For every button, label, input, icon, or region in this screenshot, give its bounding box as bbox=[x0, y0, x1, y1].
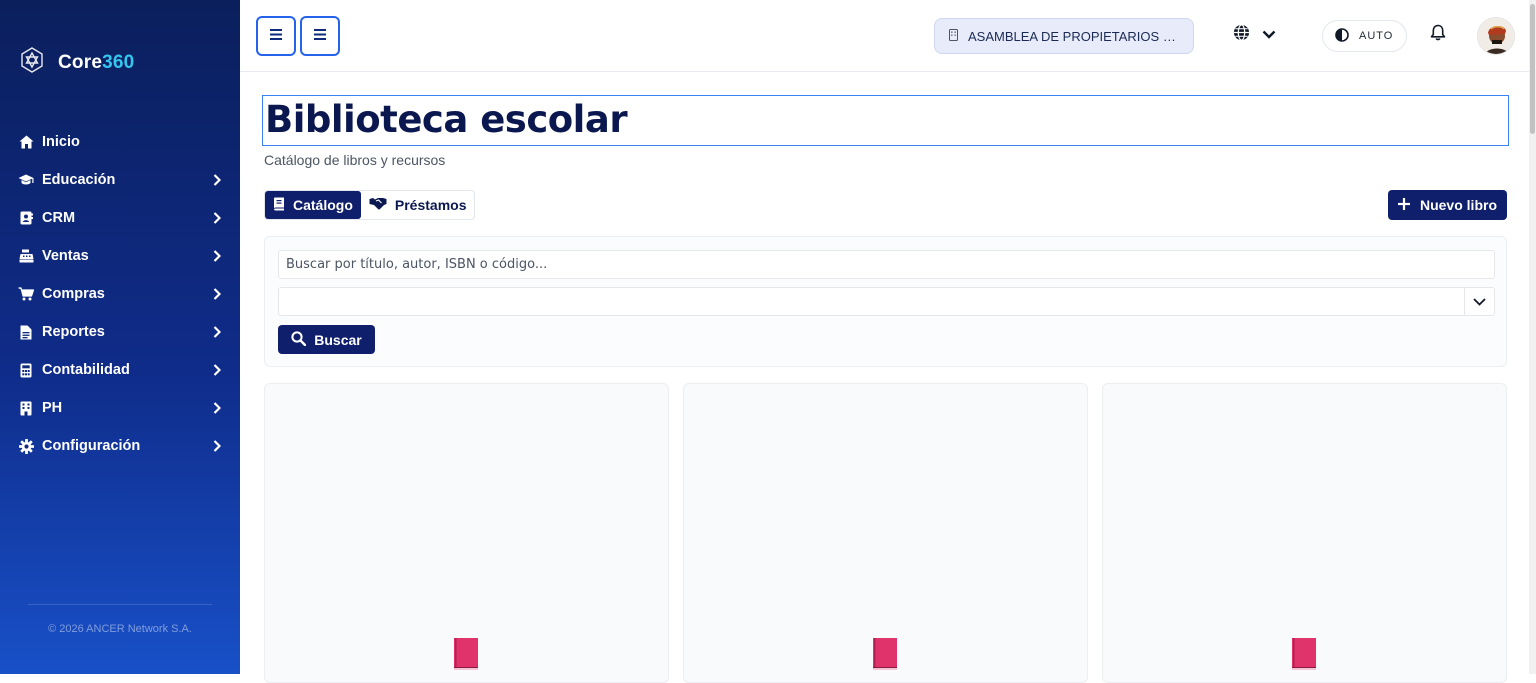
cash-register-icon bbox=[18, 248, 34, 264]
book-icon bbox=[873, 638, 897, 670]
view-tabs: Catálogo Préstamos bbox=[264, 190, 476, 220]
book-icon bbox=[273, 197, 285, 214]
sidebar-item-label: Educación bbox=[42, 172, 116, 188]
sidebar-divider bbox=[28, 604, 212, 605]
search-icon bbox=[291, 330, 307, 349]
chevron-right-icon bbox=[212, 173, 222, 187]
sidebar-item-ph[interactable]: PH bbox=[0, 389, 240, 427]
sidebar-item-educacion[interactable]: Educación bbox=[0, 161, 240, 199]
notifications-button[interactable] bbox=[1430, 24, 1446, 46]
book-card[interactable] bbox=[264, 383, 669, 683]
sidebar-item-label: PH bbox=[42, 400, 63, 416]
gear-icon bbox=[18, 438, 34, 454]
book-card[interactable] bbox=[1102, 383, 1507, 683]
theme-mode-label: AUTO bbox=[1359, 30, 1394, 42]
search-input[interactable] bbox=[278, 250, 1495, 279]
organization-selector[interactable]: ASAMBLEA DE PROPIETARIOS DE ... bbox=[934, 18, 1194, 54]
sidebar-item-label: Compras bbox=[42, 286, 105, 302]
chevron-right-icon bbox=[212, 363, 222, 377]
book-icon bbox=[1292, 638, 1316, 670]
theme-toggle[interactable]: AUTO bbox=[1322, 20, 1407, 52]
page-scrollbar[interactable] bbox=[1529, 0, 1536, 674]
organization-name: ASAMBLEA DE PROPIETARIOS DE ... bbox=[968, 28, 1179, 44]
book-card[interactable] bbox=[683, 383, 1088, 683]
building-icon bbox=[949, 28, 958, 44]
tab-prestamos[interactable]: Préstamos bbox=[361, 191, 475, 219]
menu-toggle-button[interactable] bbox=[300, 16, 340, 56]
book-icon bbox=[454, 638, 478, 670]
sidebar-item-reportes[interactable]: Reportes bbox=[0, 313, 240, 351]
search-filter-card: Buscar bbox=[264, 236, 1507, 367]
sidebar-item-label: Contabilidad bbox=[42, 362, 130, 378]
hamburger-icon bbox=[314, 27, 326, 45]
tab-label: Préstamos bbox=[394, 197, 467, 213]
building-icon bbox=[18, 400, 34, 416]
scrollbar-thumb[interactable] bbox=[1530, 4, 1535, 134]
language-selector[interactable] bbox=[1233, 24, 1276, 46]
chevron-right-icon bbox=[212, 287, 222, 301]
plus-icon bbox=[1397, 197, 1410, 213]
chevron-right-icon bbox=[212, 249, 222, 263]
search-button[interactable]: Buscar bbox=[278, 325, 375, 354]
calculator-icon bbox=[18, 362, 34, 378]
new-book-label: Nuevo libro bbox=[1419, 197, 1497, 213]
filter-select[interactable] bbox=[278, 287, 1495, 316]
sidebar: Core360 Inicio Educación CRM Ventas Comp… bbox=[0, 0, 240, 674]
sidebar-item-inicio[interactable]: Inicio bbox=[0, 123, 240, 161]
new-book-button[interactable]: Nuevo libro bbox=[1388, 190, 1507, 220]
top-bar: ASAMBLEA DE PROPIETARIOS DE ... AUTO bbox=[240, 0, 1536, 72]
copyright-footer: © 2026 ANCER Network S.A. bbox=[48, 623, 192, 635]
chevron-right-icon bbox=[212, 401, 222, 415]
page-title: Biblioteca escolar bbox=[262, 95, 1509, 146]
search-button-label: Buscar bbox=[314, 331, 362, 348]
chevron-right-icon bbox=[212, 325, 222, 339]
chevron-right-icon bbox=[212, 211, 222, 225]
globe-icon bbox=[1233, 24, 1250, 46]
user-avatar[interactable] bbox=[1477, 17, 1515, 55]
sidebar-item-label: Ventas bbox=[42, 248, 89, 264]
sidebar-nav: Inicio Educación CRM Ventas Compras Repo… bbox=[0, 123, 240, 465]
graduation-cap-icon bbox=[18, 172, 34, 188]
logo-mark-icon bbox=[18, 46, 46, 79]
sidebar-item-label: Inicio bbox=[42, 134, 80, 150]
file-report-icon bbox=[18, 324, 34, 340]
tab-label: Catálogo bbox=[293, 197, 353, 213]
tab-catalogo[interactable]: Catálogo bbox=[265, 191, 361, 219]
page-subtitle: Catálogo de libros y recursos bbox=[264, 152, 446, 168]
app-logo[interactable]: Core360 bbox=[18, 46, 134, 79]
hamburger-icon bbox=[270, 27, 282, 45]
sidebar-item-label: CRM bbox=[42, 210, 76, 226]
sidebar-item-ventas[interactable]: Ventas bbox=[0, 237, 240, 275]
contact-book-icon bbox=[18, 210, 34, 226]
sidebar-item-label: Configuración bbox=[42, 438, 141, 454]
main-content: Biblioteca escolar Catálogo de libros y … bbox=[240, 73, 1529, 683]
sidebar-item-crm[interactable]: CRM bbox=[0, 199, 240, 237]
sidebar-item-compras[interactable]: Compras bbox=[0, 275, 240, 313]
chevron-down-icon bbox=[1262, 26, 1276, 44]
sidebar-item-configuracion[interactable]: Configuración bbox=[0, 427, 240, 465]
chevron-down-icon bbox=[1464, 288, 1494, 315]
sidebar-toggle-button[interactable] bbox=[256, 16, 296, 56]
logo-text: Core360 bbox=[58, 51, 135, 73]
sidebar-item-contabilidad[interactable]: Contabilidad bbox=[0, 351, 240, 389]
contrast-icon bbox=[1335, 27, 1349, 45]
bell-icon bbox=[1430, 24, 1446, 45]
chevron-right-icon bbox=[212, 439, 222, 453]
handshake-icon bbox=[369, 197, 387, 213]
home-icon bbox=[18, 134, 34, 150]
shopping-cart-icon bbox=[18, 286, 34, 302]
sidebar-item-label: Reportes bbox=[42, 324, 105, 340]
